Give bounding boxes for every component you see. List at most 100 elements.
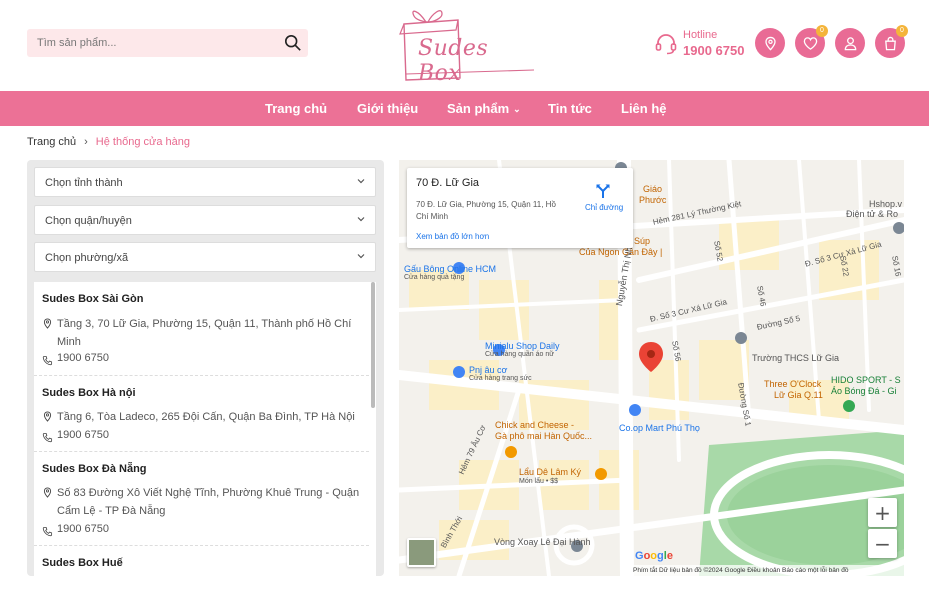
store-phone-text: 1900 6750 <box>57 523 109 535</box>
place-info-card: 70 Đ. Lữ Gia 70 Đ. Lữ Gia, Phường 15, Qu… <box>407 168 633 248</box>
poi-pnj[interactable]: Pnj âu cơ <box>469 365 507 375</box>
logo-text: Sudes Box <box>418 36 489 86</box>
phone-icon <box>42 432 53 443</box>
poi-lau-sub: Món lẩu • $$ <box>519 478 559 485</box>
map-pin-icon <box>43 487 52 498</box>
wishlist-button[interactable]: 0 <box>795 25 828 58</box>
search-box[interactable] <box>27 29 308 57</box>
district-select[interactable]: Chọn quận/huyện <box>34 205 376 235</box>
wishlist-count-badge: 0 <box>816 25 828 37</box>
main-navigation: Trang chủ Giới thiệu Sản phẩm ⌄ Tin tức L… <box>0 91 929 126</box>
phone-icon <box>42 526 53 537</box>
map-pin-icon <box>43 318 52 329</box>
store-item[interactable]: Sudes Box Sài Gòn Tầng 3, 70 Lữ Gia, Phư… <box>34 282 369 376</box>
ward-select[interactable]: Chọn phường/xã <box>34 242 376 272</box>
poi-minialu[interactable]: Minialu Shop Daily <box>485 341 560 351</box>
directions-link[interactable]: Chỉ đường <box>585 203 623 212</box>
header: Sudes Box Hotline 1900 6750 0 <box>0 0 929 91</box>
store-item[interactable]: Sudes Box Huế <box>34 546 369 576</box>
poi-pnj-sub: Cửa hàng trang sức <box>469 375 532 382</box>
poi-three[interactable]: Three O'Clock <box>764 379 821 389</box>
nav-item-about[interactable]: Giới thiệu <box>357 101 418 116</box>
store-address: Tầng 3, 70 Lữ Gia, Phường 15, Quận 11, T… <box>42 315 362 351</box>
poi-gau-bong[interactable]: Gấu Bông Online HCM <box>404 264 496 274</box>
poi-sup: Súp <box>634 236 651 246</box>
poi-hido[interactable]: HIDO SPORT - S <box>831 375 901 385</box>
cart-count-badge: 0 <box>896 25 908 37</box>
place-address: 70 Đ. Lữ Gia, Phường 15, Quận 11, Hồ Chí… <box>416 200 556 221</box>
headset-icon <box>655 34 677 55</box>
poi-ngon[interactable]: Của Ngon Gần Đây | <box>579 247 662 257</box>
poi-chick[interactable]: Chick and Cheese - <box>495 420 574 430</box>
poi-three-line2: Lữ Gia Q.11 <box>774 390 823 400</box>
chevron-down-icon <box>357 217 365 222</box>
poi-gau-bong-sub: Cửa hàng quà tặng <box>404 274 465 281</box>
store-address-text: Tầng 3, 70 Lữ Gia, Phường 15, Quận 11, T… <box>57 318 352 348</box>
poi-lau[interactable]: Lẩu Dê Lâm Ký <box>519 467 581 477</box>
poi-giao: Giáo <box>643 184 663 194</box>
zoom-in-button[interactable]: + <box>868 498 897 527</box>
poi-hshop-line2: Điện tử & Ro <box>846 209 899 219</box>
ward-select-value: Chọn phường/xã <box>45 252 129 264</box>
district-select-value: Chọn quận/huyện <box>45 215 132 227</box>
province-select[interactable]: Chọn tỉnh thành <box>34 167 376 197</box>
store-panel: Chọn tỉnh thành Chọn quận/huyện Chọn phư… <box>27 160 384 576</box>
nav-item-products-label: Sản phẩm <box>447 101 510 116</box>
nav-item-home[interactable]: Trang chủ <box>265 101 327 116</box>
chevron-down-icon: ⌄ <box>513 104 521 114</box>
store-map[interactable]: Gấu Bông Online HCM Cửa hàng quà tặng Mi… <box>399 160 904 576</box>
chevron-down-icon <box>357 179 365 184</box>
account-button[interactable] <box>835 28 865 58</box>
breadcrumb-home[interactable]: Trang chủ <box>27 136 76 148</box>
province-select-value: Chọn tỉnh thành <box>45 177 123 189</box>
zoom-out-button[interactable]: − <box>868 529 897 558</box>
nav-item-products[interactable]: Sản phẩm ⌄ <box>447 101 521 116</box>
store-item[interactable]: Sudes Box Hà nội Tầng 6, Tòa Ladeco, 265… <box>34 376 369 452</box>
heart-icon <box>803 36 817 50</box>
poi-hshop[interactable]: Hshop.v <box>869 199 902 209</box>
search-icon[interactable] <box>284 34 302 52</box>
user-icon <box>844 36 856 50</box>
poi-coop[interactable]: Co.op Mart Phú Thọ <box>619 423 700 433</box>
google-logo: Google <box>635 550 673 562</box>
chevron-right-icon: › <box>84 136 88 148</box>
poi-chick-line2: Gà phô mai Hàn Quốc... <box>495 431 593 441</box>
map-attribution: Phím tắt Dữ liệu bản đồ ©2024 Google Điề… <box>629 565 904 576</box>
store-locator-button[interactable] <box>755 28 785 58</box>
place-title: 70 Đ. Lữ Gia <box>416 177 480 189</box>
store-name: Sudes Box Hà nội <box>42 387 136 399</box>
poi-minialu-sub: Cửa hàng quần áo nữ <box>485 351 554 358</box>
poi-phuoc: Phước <box>639 195 667 205</box>
store-phone: 1900 6750 <box>42 429 109 443</box>
store-item[interactable]: Sudes Box Đà Nẵng Số 83 Đường Xô Viết Ng… <box>34 452 369 546</box>
breadcrumb: Trang chủ › Hệ thống cửa hàng <box>27 136 190 148</box>
store-list[interactable]: Sudes Box Sài Gòn Tầng 3, 70 Lữ Gia, Phư… <box>34 282 376 576</box>
map-pin-icon <box>764 36 776 51</box>
brand-logo[interactable]: Sudes Box <box>396 4 536 86</box>
poi-vong-xoay[interactable]: Vòng Xoay Lê Đại Hành <box>494 537 591 547</box>
store-phone-text: 1900 6750 <box>57 429 109 441</box>
map-pin-icon <box>43 411 52 422</box>
directions-icon[interactable] <box>595 183 611 199</box>
store-address: Tầng 6, Tòa Ladeco, 265 Đội Cấn, Quận Ba… <box>42 408 362 426</box>
store-address: Số 83 Đường Xô Viết Nghệ Tĩnh, Phường Kh… <box>42 484 362 520</box>
phone-icon <box>42 355 53 366</box>
store-phone-text: 1900 6750 <box>57 352 109 364</box>
nav-item-contact[interactable]: Liên hệ <box>621 101 667 116</box>
view-larger-map-link[interactable]: Xem bản đồ lớn hơn <box>416 232 489 241</box>
store-name: Sudes Box Sài Gòn <box>42 293 144 305</box>
hotline[interactable]: Hotline 1900 6750 <box>654 28 754 60</box>
chevron-down-icon <box>357 254 365 259</box>
scrollbar[interactable] <box>371 282 375 408</box>
store-phone: 1900 6750 <box>42 352 109 366</box>
satellite-toggle[interactable] <box>407 538 436 567</box>
poi-hido-line2: Áo Bóng Đá - Gi <box>831 386 897 396</box>
breadcrumb-current: Hệ thống cửa hàng <box>95 136 191 148</box>
store-name: Sudes Box Đà Nẵng <box>42 463 147 475</box>
hotline-number[interactable]: 1900 6750 <box>683 43 744 58</box>
search-input[interactable] <box>37 35 267 51</box>
nav-item-news[interactable]: Tin tức <box>548 101 592 116</box>
poi-thcs[interactable]: Trường THCS Lữ Gia <box>752 353 839 363</box>
cart-button[interactable]: 0 <box>875 25 908 58</box>
store-name: Sudes Box Huế <box>42 557 123 569</box>
